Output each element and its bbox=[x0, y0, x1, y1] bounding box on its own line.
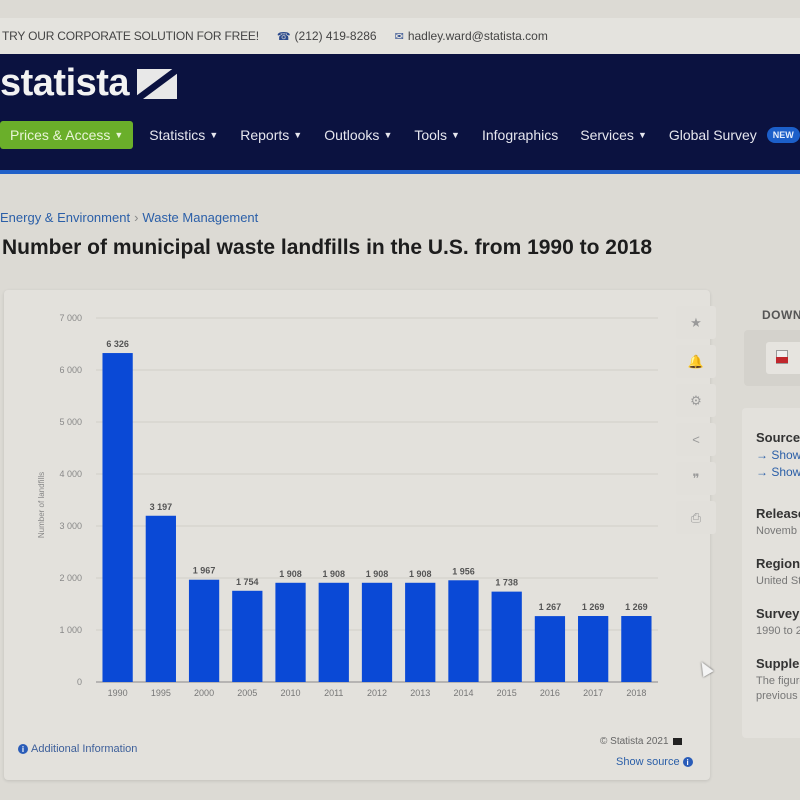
y-tick-label: 3 000 bbox=[59, 521, 82, 531]
bar-2015[interactable] bbox=[491, 591, 522, 682]
survey-value: 1990 to 2 bbox=[756, 625, 800, 637]
release-value: Novemb bbox=[756, 525, 797, 537]
x-tick-label: 2010 bbox=[281, 688, 301, 698]
release-block: Release Novemb bbox=[756, 506, 800, 539]
share-icon[interactable]: < bbox=[676, 423, 716, 456]
region-block: Region United St bbox=[756, 556, 800, 589]
bar-2017[interactable] bbox=[578, 616, 609, 682]
supplement-heading: Supplem bbox=[756, 656, 800, 671]
info-icon: i bbox=[18, 744, 28, 754]
x-axis-ticks: 1990 1995 2000 2005 2010 2011 2012 2013 2014 2015… bbox=[108, 688, 647, 698]
bar-chart: 0 1 000 2 000 3 000 4 000 5 000 6 000 7 000 6 3… bbox=[37, 313, 658, 698]
show-source-link-1[interactable]: → Show bbox=[756, 448, 800, 462]
y-tick-label: 0 bbox=[77, 677, 82, 687]
y-axis-label: Number of landfills bbox=[37, 472, 46, 538]
y-tick-label: 4 000 bbox=[59, 469, 82, 479]
print-icon[interactable]: ⎙ bbox=[676, 501, 716, 534]
data-label: 1 269 bbox=[582, 602, 605, 612]
y-tick-label: 5 000 bbox=[59, 417, 82, 427]
y-tick-label: 6 000 bbox=[59, 365, 82, 375]
source-block: Source → Show → Show bbox=[756, 430, 800, 479]
data-label: 1 908 bbox=[323, 569, 346, 579]
data-label: 1 754 bbox=[236, 577, 259, 587]
x-tick-label: 2014 bbox=[453, 688, 473, 698]
data-label: 1 267 bbox=[539, 602, 562, 612]
bar-2018[interactable] bbox=[621, 616, 652, 682]
x-tick-label: 2005 bbox=[237, 688, 257, 698]
supplement-line-2: previous e bbox=[756, 690, 800, 702]
gear-icon[interactable]: ⚙ bbox=[676, 384, 716, 417]
supplement-block: Supplem The figure previous e bbox=[756, 656, 800, 704]
x-tick-label: 1990 bbox=[108, 688, 128, 698]
data-label: 1 738 bbox=[495, 578, 518, 588]
x-tick-label: 2013 bbox=[410, 688, 430, 698]
bar-2016[interactable] bbox=[534, 616, 566, 682]
survey-block: Survey t 1990 to 2 bbox=[756, 606, 800, 639]
flag-icon[interactable] bbox=[672, 738, 682, 745]
show-source-label: Show source bbox=[616, 756, 680, 768]
bell-icon[interactable]: 🔔 bbox=[676, 345, 716, 378]
x-tick-label: 2015 bbox=[497, 688, 517, 698]
data-label: 1 908 bbox=[366, 569, 389, 579]
y-axis-ticks: 0 1 000 2 000 3 000 4 000 5 000 6 000 7 000 bbox=[59, 313, 82, 687]
region-heading: Region bbox=[756, 556, 800, 571]
x-tick-label: 2012 bbox=[367, 688, 387, 698]
bar-2010[interactable] bbox=[275, 582, 306, 682]
star-icon[interactable]: ★ bbox=[676, 306, 716, 339]
chart-toolbar: ★ 🔔 ⚙ < ❞ ⎙ bbox=[676, 306, 716, 534]
bar-2012[interactable] bbox=[361, 582, 393, 682]
supplement-line-1: The figure bbox=[756, 675, 800, 687]
bar-2005[interactable] bbox=[232, 590, 263, 682]
show-source-button[interactable]: Show source i bbox=[616, 756, 693, 768]
pdf-icon bbox=[776, 350, 788, 364]
additional-information-label: Additional Information bbox=[31, 743, 138, 755]
bar-2000[interactable] bbox=[188, 579, 220, 682]
bar-2013[interactable] bbox=[405, 582, 436, 682]
x-tick-label: 1995 bbox=[151, 688, 171, 698]
copyright-text: © Statista 2021 bbox=[600, 736, 669, 747]
data-label: 1 269 bbox=[625, 602, 648, 612]
data-label: 1 967 bbox=[193, 566, 216, 576]
bar-2014[interactable] bbox=[448, 580, 479, 682]
x-tick-label: 2011 bbox=[324, 688, 343, 698]
data-label: 3 197 bbox=[150, 502, 173, 512]
info-icon: i bbox=[682, 757, 693, 767]
x-tick-label: 2016 bbox=[540, 688, 560, 698]
show-source-link-2[interactable]: → Show bbox=[756, 465, 800, 479]
source-heading: Source bbox=[756, 430, 800, 445]
bar-1990[interactable] bbox=[102, 353, 133, 682]
data-label: 6 326 bbox=[106, 339, 129, 349]
data-label: 1 956 bbox=[452, 566, 475, 576]
release-heading: Release bbox=[756, 506, 800, 521]
bar-1995[interactable] bbox=[145, 515, 176, 682]
y-tick-label: 1 000 bbox=[59, 625, 82, 635]
data-labels: 6 326 3 197 1 967 1 754 1 908 1 908 1 908 1 908… bbox=[106, 339, 647, 612]
bar-2011[interactable] bbox=[318, 582, 349, 682]
region-value: United St bbox=[756, 575, 800, 587]
survey-heading: Survey t bbox=[756, 606, 800, 621]
y-tick-label: 7 000 bbox=[59, 313, 82, 323]
x-tick-label: 2018 bbox=[626, 688, 646, 698]
data-label: 1 908 bbox=[409, 569, 432, 579]
x-tick-label: 2000 bbox=[194, 688, 214, 698]
data-label: 1 908 bbox=[279, 569, 302, 579]
download-heading: DOWN bbox=[762, 308, 800, 322]
quote-icon[interactable]: ❞ bbox=[676, 462, 716, 495]
bars bbox=[102, 353, 652, 682]
copyright: © Statista 2021 bbox=[600, 736, 682, 747]
y-tick-label: 2 000 bbox=[59, 573, 82, 583]
additional-information-link[interactable]: i Additional Information bbox=[18, 743, 137, 755]
x-tick-label: 2017 bbox=[583, 688, 603, 698]
new-badge: NEW bbox=[766, 127, 800, 143]
